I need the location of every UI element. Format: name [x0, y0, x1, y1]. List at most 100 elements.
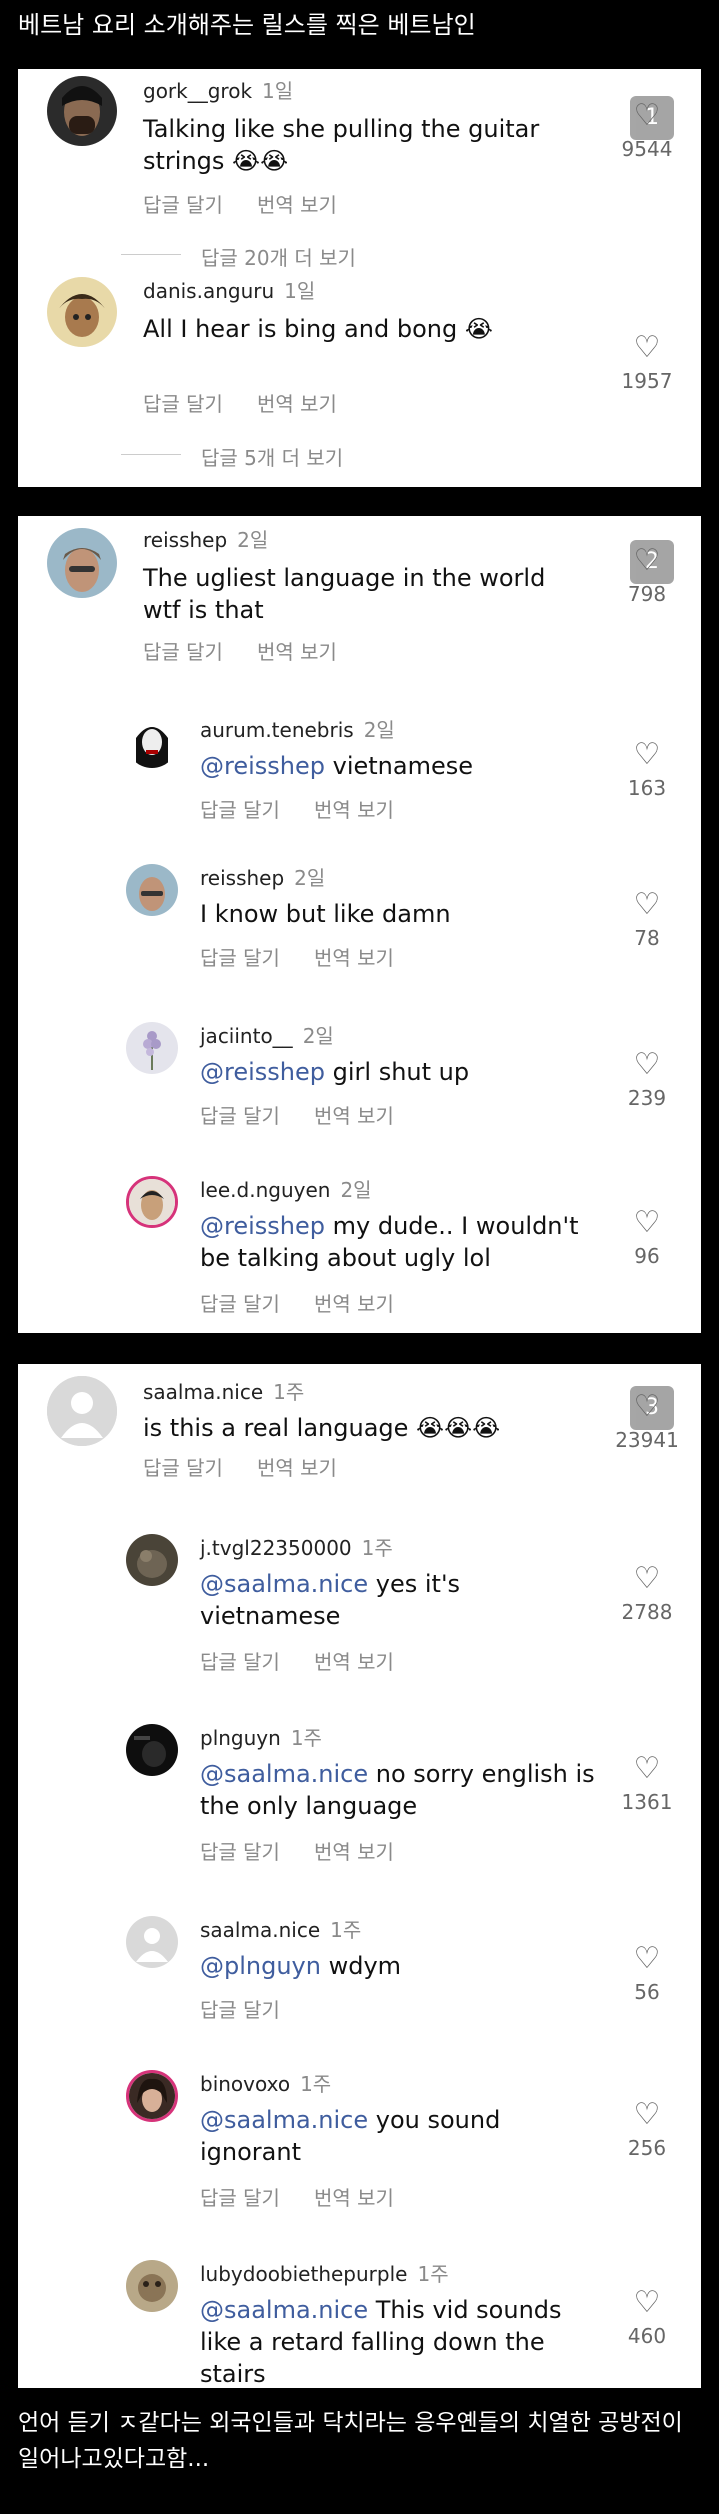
reply-text: @saalma.nice you sound ignorant	[200, 2106, 501, 2166]
translate-button[interactable]: 번역 보기	[257, 193, 337, 217]
reply-actions: 답글 달기	[200, 1994, 314, 2023]
translate-button[interactable]: 번역 보기	[257, 392, 337, 416]
like-button[interactable]: ♡ 78	[612, 888, 682, 951]
reply-button[interactable]: 답글 달기	[200, 1650, 280, 1674]
reply-button[interactable]: 답글 달기	[143, 392, 223, 416]
reply-username[interactable]: lubydoobiethepurple 1주	[200, 2258, 449, 2287]
comment-time: 2일	[237, 528, 269, 552]
avatar[interactable]	[47, 1376, 117, 1446]
like-count: 96	[634, 1244, 660, 1268]
like-button[interactable]: ♡ 1361	[612, 1752, 682, 1815]
reply-button[interactable]: 답글 달기	[200, 1998, 280, 2022]
reply-button[interactable]: 답글 달기	[200, 946, 280, 970]
avatar[interactable]	[126, 2260, 178, 2312]
reply-username[interactable]: lee.d.nguyen 2일	[200, 1174, 372, 1203]
avatar[interactable]	[47, 528, 117, 598]
like-button[interactable]: ♡ 163	[612, 738, 682, 801]
reply-button[interactable]: 답글 달기	[143, 193, 223, 217]
translate-button[interactable]: 번역 보기	[314, 1104, 394, 1128]
avatar[interactable]	[126, 1176, 178, 1228]
reply-button[interactable]: 답글 달기	[200, 798, 280, 822]
like-button[interactable]: ♡ 96	[612, 1205, 682, 1269]
heart-icon: ♡	[633, 2097, 661, 2132]
comment-text: All I hear is bing and bong 😭	[143, 315, 493, 343]
heart-icon: ♡	[633, 1205, 661, 1240]
like-button[interactable]: ♡ 23941	[608, 1389, 686, 1453]
comment-username[interactable]: saalma.nice 1주	[143, 1376, 304, 1405]
reply-username[interactable]: saalma.nice 1주	[200, 1914, 361, 1943]
comment-username[interactable]: danis.anguru 1일	[143, 275, 315, 304]
translate-button[interactable]: 번역 보기	[314, 798, 394, 822]
avatar[interactable]	[126, 2070, 178, 2122]
avatar[interactable]	[47, 76, 117, 146]
comment-time: 1일	[284, 279, 316, 303]
reply-username[interactable]: jaciinto__ 2일	[200, 1020, 334, 1049]
reply-button[interactable]: 답글 달기	[143, 1456, 223, 1480]
like-button[interactable]: ♡ 460	[612, 2286, 682, 2349]
like-button[interactable]: ♡ 239	[612, 1048, 682, 1111]
translate-button[interactable]: 번역 보기	[314, 1840, 394, 1864]
avatar[interactable]	[126, 1534, 178, 1586]
like-button[interactable]: ♡ 9544	[612, 98, 682, 162]
mention-link[interactable]: @reisshep	[200, 1212, 325, 1240]
avatar[interactable]	[126, 1916, 178, 1968]
comment-username[interactable]: reisshep 2일	[143, 524, 268, 553]
translate-button[interactable]: 번역 보기	[314, 2186, 394, 2210]
reply-text: @saalma.nice yes it's vietnamese	[200, 1570, 461, 1630]
mention-link[interactable]: @saalma.nice	[200, 2296, 368, 2324]
comment-text: Talking like she pulling the guitar stri…	[143, 115, 540, 175]
like-button[interactable]: ♡ 1957	[612, 331, 682, 394]
reply-time: 1주	[417, 2262, 449, 2286]
like-count: 78	[634, 926, 660, 950]
reply-username[interactable]: j.tvgl22350000 1주	[200, 1532, 393, 1561]
translate-button[interactable]: 번역 보기	[314, 1650, 394, 1674]
avatar[interactable]	[126, 864, 178, 916]
like-button[interactable]: ♡ 798	[612, 543, 682, 607]
reply-button[interactable]: 답글 달기	[200, 1104, 280, 1128]
comment-panel-2: reisshep 2일 The ugliest language in the w…	[18, 516, 701, 1333]
heart-icon: ♡	[633, 98, 661, 133]
like-count: 1957	[621, 369, 673, 393]
reply-button[interactable]: 답글 달기	[143, 640, 223, 664]
reply-username[interactable]: plnguyn 1주	[200, 1722, 322, 1751]
translate-button[interactable]: 번역 보기	[257, 1456, 337, 1480]
reply-time: 1주	[300, 2072, 332, 2096]
reply-time: 2일	[294, 866, 326, 890]
reply-text: @reisshep my dude.. I wouldn't be talkin…	[200, 1212, 579, 1272]
heart-icon: ♡	[633, 543, 661, 578]
reply-username[interactable]: binovoxo 1주	[200, 2068, 331, 2097]
mention-link[interactable]: @reisshep	[200, 1058, 325, 1086]
reply-time: 1주	[330, 1918, 362, 1942]
translate-button[interactable]: 번역 보기	[257, 640, 337, 664]
translate-button[interactable]: 번역 보기	[314, 1292, 394, 1316]
reply-username[interactable]: aurum.tenebris 2일	[200, 714, 395, 743]
mention-link[interactable]: @saalma.nice	[200, 1760, 368, 1788]
like-button[interactable]: ♡ 56	[612, 1942, 682, 2005]
reply-text: @saalma.nice This vid sounds like a reta…	[200, 2296, 562, 2388]
reply-username[interactable]: reisshep 2일	[200, 862, 325, 891]
avatar[interactable]	[126, 716, 178, 768]
comment-username[interactable]: gork__grok 1일	[143, 75, 293, 104]
avatar[interactable]	[126, 1724, 178, 1776]
mention-link[interactable]: @reisshep	[200, 752, 325, 780]
like-count: 2788	[621, 1600, 673, 1624]
translate-button[interactable]: 번역 보기	[314, 946, 394, 970]
view-more-replies-button[interactable]: 답글 5개 더 보기	[120, 442, 343, 471]
reply-button[interactable]: 답글 달기	[200, 2186, 280, 2210]
caption-text: 언어 듣기 ㅈ같다는 외국인들과 닥치라는 응우옌들의 치열한 공방전이 일어나…	[18, 2410, 683, 2472]
view-more-replies-button[interactable]: 답글 20개 더 보기	[121, 242, 356, 271]
reply-button[interactable]: 답글 달기	[200, 1840, 280, 1864]
avatar[interactable]	[47, 277, 117, 347]
reply-text: @saalma.nice no sorry english is the onl…	[200, 1760, 595, 1820]
like-count: 23941	[615, 1428, 679, 1452]
mention-link[interactable]: @saalma.nice	[200, 2106, 368, 2134]
reply-button[interactable]: 답글 달기	[200, 1292, 280, 1316]
comment-actions: 답글 달기 번역 보기	[143, 189, 371, 218]
avatar[interactable]	[126, 1022, 178, 1074]
reply-actions: 답글 달기 번역 보기	[200, 794, 428, 823]
like-button[interactable]: ♡ 256	[612, 2097, 682, 2161]
heart-icon: ♡	[633, 1389, 661, 1424]
mention-link[interactable]: @plnguyn	[200, 1952, 321, 1980]
mention-link[interactable]: @saalma.nice	[200, 1570, 368, 1598]
like-button[interactable]: ♡ 2788	[612, 1562, 682, 1625]
